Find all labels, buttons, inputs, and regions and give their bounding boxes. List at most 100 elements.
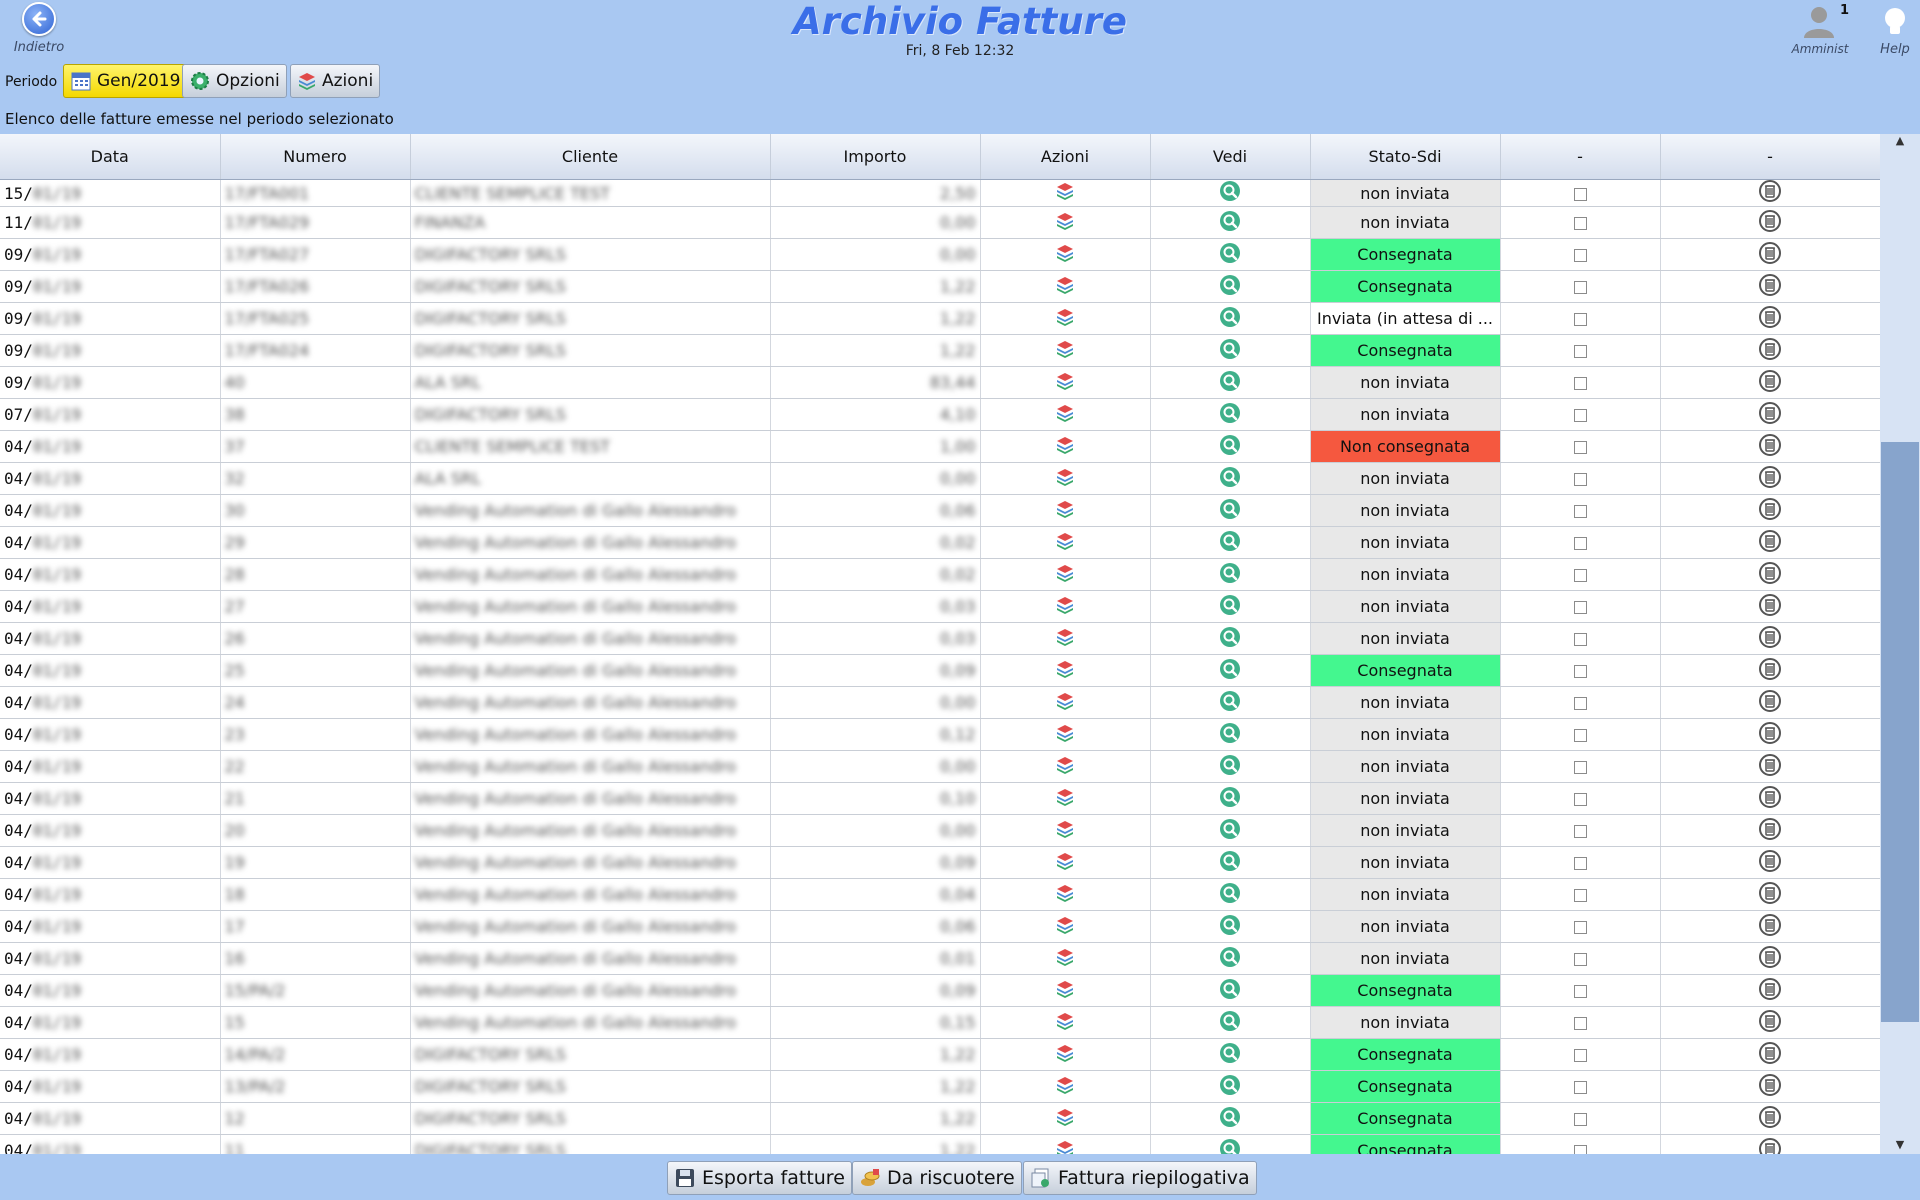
magnify-icon[interactable] xyxy=(1219,370,1241,396)
cell-select[interactable] xyxy=(1500,366,1661,399)
cell-select[interactable] xyxy=(1500,750,1661,783)
cell-view[interactable] xyxy=(1150,302,1311,335)
cell-delete[interactable] xyxy=(1660,302,1880,335)
cell-select[interactable] xyxy=(1500,1070,1661,1103)
cell-view[interactable] xyxy=(1150,366,1311,399)
cell-actions[interactable] xyxy=(980,526,1151,559)
cell-select[interactable] xyxy=(1500,430,1661,463)
trash-icon[interactable] xyxy=(1759,1041,1781,1068)
cell-actions[interactable] xyxy=(980,558,1151,591)
cell-actions[interactable] xyxy=(980,398,1151,431)
cell-delete[interactable] xyxy=(1660,334,1880,367)
row-checkbox[interactable] xyxy=(1573,793,1587,806)
trash-icon[interactable] xyxy=(1759,369,1781,396)
cell-view[interactable] xyxy=(1150,590,1311,623)
magnify-icon[interactable] xyxy=(1219,434,1241,460)
cell-delete[interactable] xyxy=(1660,238,1880,271)
layers-icon[interactable] xyxy=(1055,1140,1075,1154)
cell-view[interactable] xyxy=(1150,526,1311,559)
cell-view[interactable] xyxy=(1150,206,1311,239)
row-checkbox[interactable] xyxy=(1573,569,1587,582)
cell-view[interactable] xyxy=(1150,942,1311,975)
cell-actions[interactable] xyxy=(980,334,1151,367)
magnify-icon[interactable] xyxy=(1219,274,1241,300)
trash-icon[interactable] xyxy=(1759,561,1781,588)
cell-select[interactable] xyxy=(1500,206,1661,239)
cell-delete[interactable] xyxy=(1660,1006,1880,1039)
table-row[interactable]: 04/01/19 16 Vending Automation di Gallo Al… xyxy=(0,942,1880,975)
cell-view[interactable] xyxy=(1150,782,1311,815)
magnify-icon[interactable] xyxy=(1219,210,1241,236)
cell-delete[interactable] xyxy=(1660,686,1880,719)
table-row[interactable]: 04/01/19 15 Vending Automation di Gallo Al… xyxy=(0,1006,1880,1039)
magnify-icon[interactable] xyxy=(1219,722,1241,748)
trash-icon[interactable] xyxy=(1759,689,1781,716)
cell-view[interactable] xyxy=(1150,558,1311,591)
cell-actions[interactable] xyxy=(980,1006,1151,1039)
magnify-icon[interactable] xyxy=(1219,626,1241,652)
summary-invoice-button[interactable]: Fattura riepilogativa xyxy=(1023,1161,1257,1195)
cell-actions[interactable] xyxy=(980,846,1151,879)
cell-actions[interactable] xyxy=(980,1070,1151,1103)
cell-delete[interactable] xyxy=(1660,910,1880,943)
magnify-icon[interactable] xyxy=(1219,530,1241,556)
layers-icon[interactable] xyxy=(1055,436,1075,459)
cell-select[interactable] xyxy=(1500,846,1661,879)
row-checkbox[interactable] xyxy=(1573,345,1587,358)
row-checkbox[interactable] xyxy=(1573,187,1587,201)
row-checkbox[interactable] xyxy=(1573,825,1587,838)
row-checkbox[interactable] xyxy=(1573,1145,1587,1154)
table-row[interactable]: 04/01/19 14/PA/2 DIGIFACTORY SRLS 1,22 Conse… xyxy=(0,1038,1880,1071)
column-header-azioni[interactable]: Azioni xyxy=(980,134,1151,180)
row-checkbox[interactable] xyxy=(1573,1113,1587,1126)
magnify-icon[interactable] xyxy=(1219,338,1241,364)
magnify-icon[interactable] xyxy=(1219,1010,1241,1036)
layers-icon[interactable] xyxy=(1055,372,1075,395)
cell-delete[interactable] xyxy=(1660,206,1880,239)
magnify-icon[interactable] xyxy=(1219,306,1241,332)
table-row[interactable]: 15/01/19 17/FTA001 CLIENTE SEMPLICE TEST 2,… xyxy=(0,179,1880,207)
cell-view[interactable] xyxy=(1150,1134,1311,1154)
cell-select[interactable] xyxy=(1500,494,1661,527)
cell-select[interactable] xyxy=(1500,622,1661,655)
user-menu[interactable]: 1 Amminist xyxy=(1790,2,1850,56)
options-button[interactable]: Opzioni xyxy=(182,64,287,98)
table-row[interactable]: 04/01/19 17 Vending Automation di Gallo Al… xyxy=(0,910,1880,943)
magnify-icon[interactable] xyxy=(1219,882,1241,908)
column-header-stato-sdi[interactable]: Stato-Sdi xyxy=(1310,134,1501,180)
layers-icon[interactable] xyxy=(1055,1044,1075,1067)
layers-icon[interactable] xyxy=(1055,852,1075,875)
cell-delete[interactable] xyxy=(1660,654,1880,687)
column-header-vedi[interactable]: Vedi xyxy=(1150,134,1311,180)
cell-select[interactable] xyxy=(1500,718,1661,751)
cell-delete[interactable] xyxy=(1660,814,1880,847)
column-header-cliente[interactable]: Cliente xyxy=(410,134,771,180)
cell-actions[interactable] xyxy=(980,622,1151,655)
column-header-numero[interactable]: Numero xyxy=(220,134,411,180)
magnify-icon[interactable] xyxy=(1219,1138,1241,1154)
cell-delete[interactable] xyxy=(1660,974,1880,1007)
row-checkbox[interactable] xyxy=(1573,1017,1587,1030)
cell-delete[interactable] xyxy=(1660,846,1880,879)
table-row[interactable]: 04/01/19 15/PA/2 Vending Automation di Gal… xyxy=(0,974,1880,1007)
table-row[interactable]: 04/01/19 12 DIGIFACTORY SRLS 1,22 Consegnata xyxy=(0,1102,1880,1135)
scroll-thumb[interactable] xyxy=(1881,442,1919,1022)
trash-icon[interactable] xyxy=(1759,785,1781,812)
trash-icon[interactable] xyxy=(1759,849,1781,876)
layers-icon[interactable] xyxy=(1055,564,1075,587)
invoice-table-container[interactable]: Data Numero Cliente Importo Azioni Vedi … xyxy=(0,134,1880,1154)
magnify-icon[interactable] xyxy=(1219,658,1241,684)
trash-icon[interactable] xyxy=(1759,1105,1781,1132)
layers-icon[interactable] xyxy=(1055,884,1075,907)
layers-icon[interactable] xyxy=(1055,724,1075,747)
table-row[interactable]: 04/01/19 13/PA/2 DIGIFACTORY SRLS 1,22 Conse… xyxy=(0,1070,1880,1103)
cell-actions[interactable] xyxy=(980,782,1151,815)
cell-delete[interactable] xyxy=(1660,494,1880,527)
trash-icon[interactable] xyxy=(1759,593,1781,620)
cell-select[interactable] xyxy=(1500,1134,1661,1154)
layers-icon[interactable] xyxy=(1055,212,1075,235)
table-row[interactable]: 04/01/19 11 DIGIFACTORY SRLS 1,22 Consegnata xyxy=(0,1134,1880,1154)
cell-actions[interactable] xyxy=(980,942,1151,975)
cell-actions[interactable] xyxy=(980,1134,1151,1154)
trash-icon[interactable] xyxy=(1759,1137,1781,1154)
